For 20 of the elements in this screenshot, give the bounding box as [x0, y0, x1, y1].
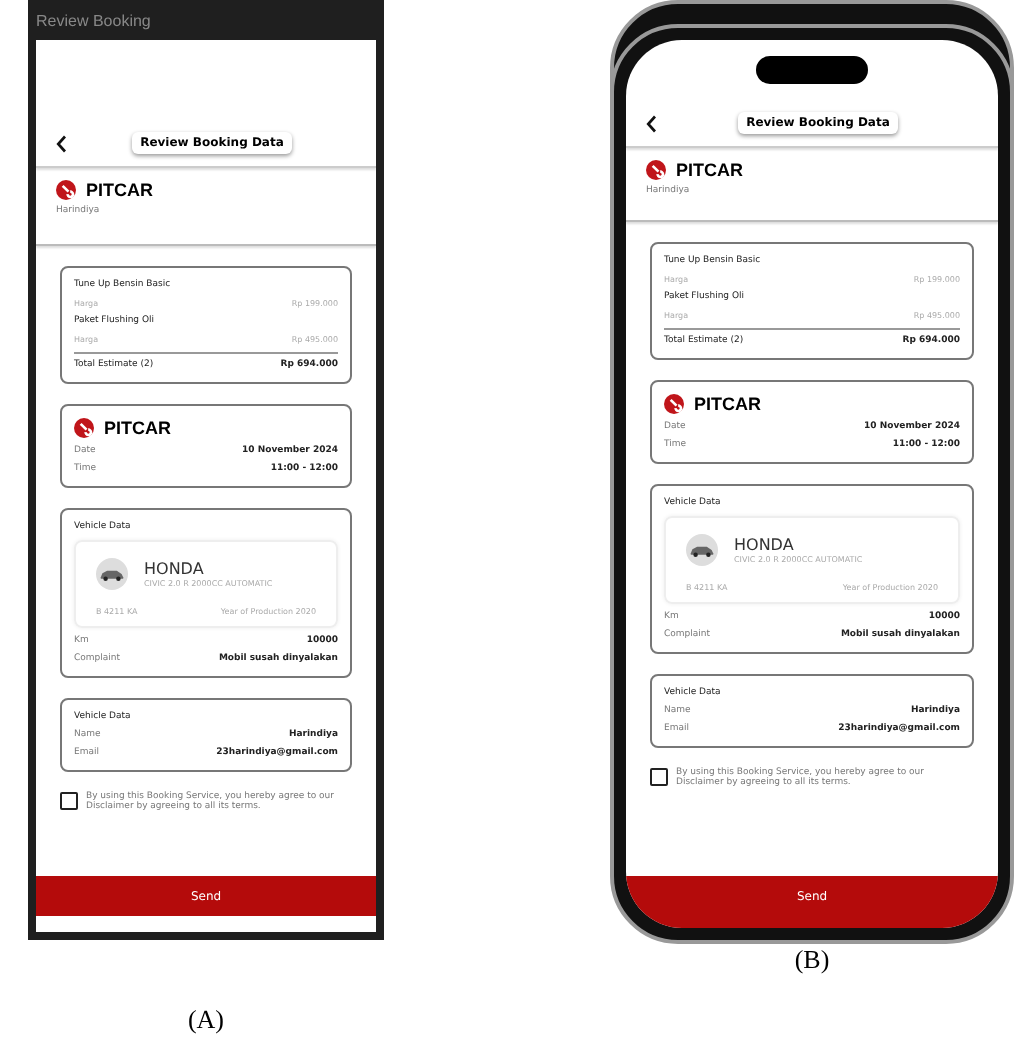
brand-name: PITCAR	[694, 394, 761, 414]
figure-caption: (B)	[794, 944, 830, 976]
car-make: HONDA	[144, 560, 204, 578]
back-icon[interactable]	[56, 133, 68, 153]
car-make: HONDA	[734, 536, 794, 554]
wrench-logo-icon	[646, 160, 666, 180]
brand-name: PITCAR	[104, 418, 171, 438]
window-title: Review Booking	[36, 11, 151, 29]
agreement-checkbox[interactable]	[650, 768, 668, 786]
wrench-logo-icon	[56, 180, 76, 200]
car-icon	[96, 558, 128, 590]
agreement-checkbox[interactable]	[60, 792, 78, 810]
wrench-logo-icon	[74, 418, 94, 438]
brand-name: PITCAR	[86, 180, 153, 200]
car-icon	[686, 534, 718, 566]
back-icon[interactable]	[646, 113, 658, 133]
figure-caption: (A)	[187, 1004, 225, 1036]
wrench-logo-icon	[664, 394, 684, 414]
camera-notch	[756, 56, 868, 84]
brand-name: PITCAR	[676, 160, 743, 180]
